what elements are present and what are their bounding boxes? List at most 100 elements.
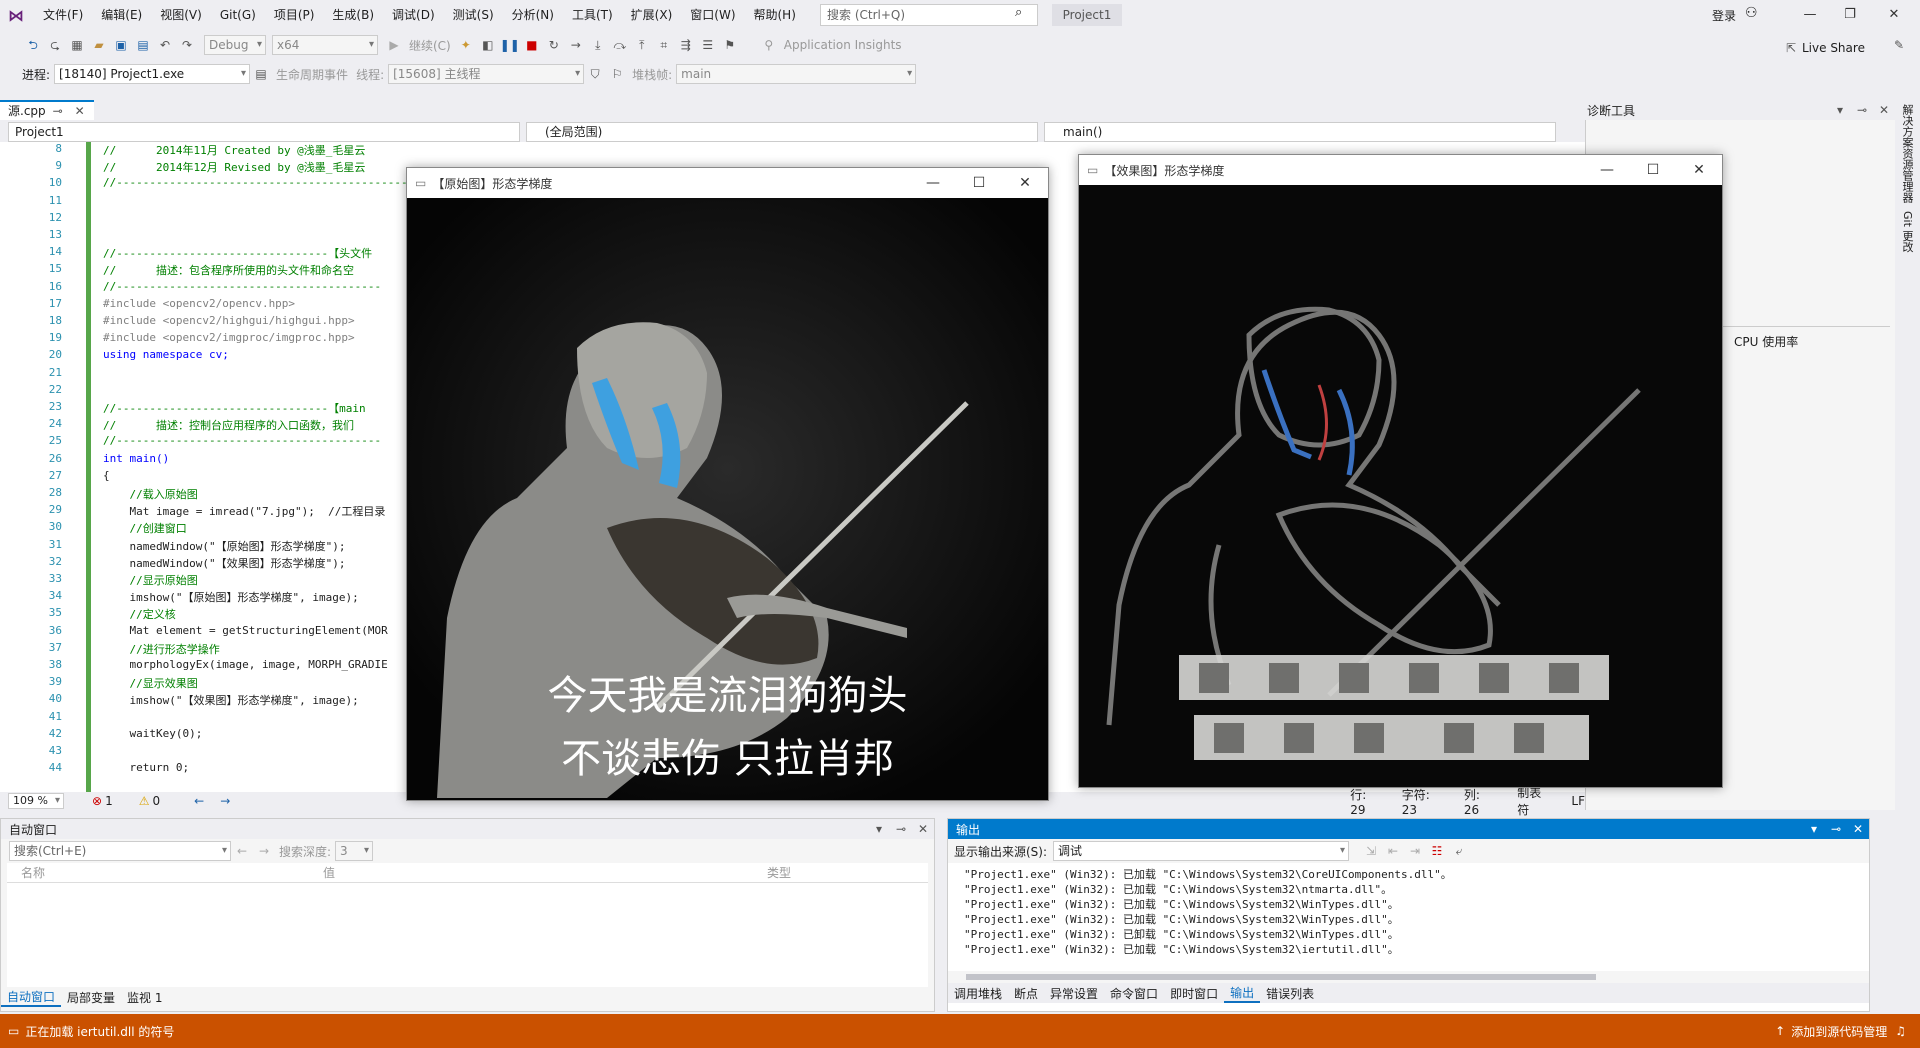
- lifecycle-events-button[interactable]: 生命周期事件: [276, 66, 348, 83]
- forward-icon[interactable]: ⮎: [45, 35, 65, 55]
- code-line[interactable]: // 描述：控制台应用程序的入口函数，我们: [103, 417, 354, 433]
- menu-item[interactable]: 分析(N): [503, 0, 563, 30]
- menu-item[interactable]: 生成(B): [323, 0, 383, 30]
- code-line[interactable]: //定义核: [103, 606, 175, 622]
- save-all-icon[interactable]: ▤: [133, 35, 153, 55]
- pause-icon[interactable]: ❚❚: [500, 35, 520, 55]
- output-close-icon[interactable]: ✕: [1848, 819, 1868, 839]
- filter-icon[interactable]: ⛉: [585, 64, 605, 84]
- live-share-button[interactable]: ⇱ Live Share: [1780, 38, 1865, 58]
- git-changes-tab[interactable]: Git 更改: [1895, 207, 1919, 256]
- search-input[interactable]: 搜索 (Ctrl+Q): [820, 4, 1038, 26]
- configuration-select[interactable]: Debug: [204, 35, 266, 55]
- menu-item[interactable]: 项目(P): [265, 0, 324, 30]
- tabs-indicator[interactable]: 制表符: [1517, 784, 1549, 818]
- autos-tab[interactable]: 监视 1: [121, 989, 168, 1006]
- login-link[interactable]: 登录: [1712, 7, 1736, 24]
- output-tab[interactable]: 异常设置: [1044, 985, 1104, 1002]
- original-maximize-button[interactable]: ☐: [956, 175, 1002, 191]
- menu-item[interactable]: 文件(F): [34, 0, 92, 30]
- error-icon[interactable]: ⊗: [92, 794, 102, 808]
- search-depth-select[interactable]: 3: [335, 841, 374, 861]
- code-line[interactable]: morphologyEx(image, image, MORPH_GRADIE: [103, 658, 387, 671]
- hot-reload-icon[interactable]: ✦: [456, 35, 476, 55]
- continue-button[interactable]: 继续(C): [409, 37, 451, 54]
- autos-pin-icon[interactable]: ⊸: [891, 819, 911, 839]
- code-line[interactable]: //创建窗口: [103, 520, 186, 536]
- find-message-icon[interactable]: ⇲: [1361, 841, 1381, 861]
- code-line[interactable]: imshow("【效果图】形态学梯度", image);: [103, 692, 358, 708]
- code-line[interactable]: imshow("【原始图】形态学梯度", image);: [103, 589, 358, 605]
- global-scope-select[interactable]: (全局范围): [526, 122, 1038, 142]
- code-line[interactable]: #include <opencv2/opencv.hpp>: [103, 297, 295, 310]
- eol-indicator[interactable]: LF: [1571, 794, 1585, 808]
- back-icon[interactable]: ⮌: [23, 35, 43, 55]
- open-folder-icon[interactable]: ▰: [89, 35, 109, 55]
- code-line[interactable]: {: [103, 469, 110, 482]
- zoom-select[interactable]: 109 %: [8, 793, 65, 809]
- show-next-statement-icon[interactable]: →: [566, 35, 586, 55]
- original-close-button[interactable]: ✕: [1002, 175, 1048, 191]
- step-into-icon[interactable]: ⤓: [588, 35, 608, 55]
- autos-tab[interactable]: 自动窗口: [1, 988, 62, 1007]
- effect-close-button[interactable]: ✕: [1676, 162, 1722, 178]
- code-line[interactable]: int main(): [103, 452, 169, 465]
- next-message-icon[interactable]: ⇥: [1405, 841, 1425, 861]
- code-line[interactable]: //显示原始图: [103, 572, 197, 588]
- pin-icon[interactable]: ⊸: [48, 101, 68, 121]
- scrollbar-thumb[interactable]: [966, 974, 1596, 980]
- col-value-header[interactable]: 值: [323, 864, 767, 881]
- code-line[interactable]: // 描述：包含程序所使用的头文件和命名空: [103, 262, 354, 278]
- bookmark-icon[interactable]: ⚑: [720, 35, 740, 55]
- output-pin-icon[interactable]: ⊸: [1826, 819, 1846, 839]
- lifecycle-icon[interactable]: ▤: [251, 64, 271, 84]
- step-over-icon[interactable]: ⤼: [610, 35, 630, 55]
- code-line[interactable]: Mat image = imread("7.jpg"); //工程目录: [103, 503, 385, 519]
- project-scope-select[interactable]: Project1: [8, 122, 520, 142]
- format-icon[interactable]: ☰: [698, 35, 718, 55]
- insights-icon[interactable]: ⚲: [759, 35, 779, 55]
- undo-icon[interactable]: ↶: [155, 35, 175, 55]
- code-line[interactable]: // 2014年11月 Created by @浅墨_毛星云: [103, 142, 365, 158]
- code-line[interactable]: //载入原始图: [103, 486, 197, 502]
- code-line[interactable]: //--------------------------------【main: [103, 400, 366, 416]
- clear-all-icon[interactable]: ☷: [1427, 841, 1447, 861]
- source-control-arrow-icon[interactable]: ↑: [1775, 1024, 1785, 1038]
- hex-icon[interactable]: ⌗: [654, 35, 674, 55]
- autos-tab[interactable]: 局部变量: [61, 989, 121, 1006]
- bell-icon[interactable]: ♫: [1895, 1024, 1906, 1038]
- output-text[interactable]: "Project1.exe" (Win32): 已加载 "C:\Windows\…: [948, 863, 1869, 971]
- effect-image-window[interactable]: ▭ 【效果图】形态学梯度 — ☐ ✕: [1078, 154, 1723, 788]
- play-icon[interactable]: ▶: [384, 35, 404, 55]
- menu-item[interactable]: 工具(T): [563, 0, 622, 30]
- flag-icon[interactable]: ⚐: [607, 64, 627, 84]
- restart-icon[interactable]: ↻: [544, 35, 564, 55]
- code-line[interactable]: waitKey(0);: [103, 727, 202, 740]
- code-line[interactable]: using namespace cv;: [103, 348, 229, 361]
- output-tab[interactable]: 断点: [1008, 985, 1044, 1002]
- effect-maximize-button[interactable]: ☐: [1630, 162, 1676, 178]
- code-line[interactable]: //--------------------------------【头文件: [103, 245, 372, 261]
- autos-grid[interactable]: [7, 883, 928, 987]
- stop-icon[interactable]: ■: [522, 35, 542, 55]
- col-name-header[interactable]: 名称: [7, 864, 323, 881]
- search-icon[interactable]: ⌕: [1015, 5, 1022, 20]
- output-dropdown-icon[interactable]: ▾: [1804, 819, 1824, 839]
- warning-icon[interactable]: ⚠: [139, 794, 150, 808]
- menu-item[interactable]: 视图(V): [151, 0, 211, 30]
- autos-dropdown-icon[interactable]: ▾: [869, 819, 889, 839]
- code-line[interactable]: //进行形态学操作: [103, 641, 219, 657]
- autos-back-icon[interactable]: ←: [232, 841, 252, 861]
- code-line[interactable]: #include <opencv2/highgui/highgui.hpp>: [103, 314, 355, 327]
- menu-item[interactable]: 测试(S): [444, 0, 503, 30]
- code-line[interactable]: //显示效果图: [103, 675, 197, 691]
- nav-back-icon[interactable]: ←: [194, 794, 204, 808]
- output-tab[interactable]: 错误列表: [1260, 985, 1320, 1002]
- menu-item[interactable]: 帮助(H): [745, 0, 805, 30]
- restore-button[interactable]: ❐: [1830, 4, 1870, 26]
- menu-item[interactable]: 窗口(W): [681, 0, 744, 30]
- code-line[interactable]: return 0;: [103, 761, 189, 774]
- autos-forward-icon[interactable]: →: [254, 841, 274, 861]
- add-to-source-control-button[interactable]: 添加到源代码管理: [1791, 1023, 1887, 1040]
- close-button[interactable]: ✕: [1874, 4, 1914, 26]
